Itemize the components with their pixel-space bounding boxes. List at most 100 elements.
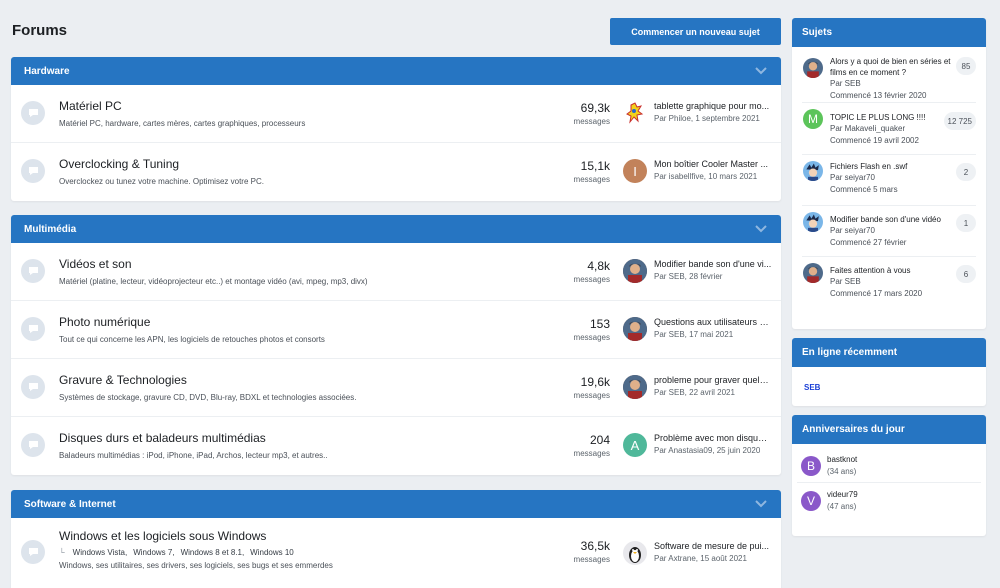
forum-title[interactable]: Vidéos et son [59,257,132,271]
category-header[interactable]: Hardware [11,57,781,85]
forum-description: Baladeurs multimédias : iPod, iPhone, iP… [59,451,328,460]
topic-title[interactable]: Modifier bande son d'une vidéo [830,214,954,225]
topic-item[interactable]: Faites attention à vous Par SEB Commencé… [802,257,976,308]
category-multimedia: Multimédia Vidéos et son Matériel (plati… [11,215,781,475]
subforum-link[interactable]: Windows 7, [133,548,174,557]
topic-item[interactable]: Modifier bande son d'une vidéo Par seiya… [802,206,976,257]
chat-bubble-icon [21,433,45,457]
anime-avatar[interactable] [803,161,823,181]
photo-avatar[interactable] [623,317,647,341]
topic-author: Par Makaveli_quaker [830,124,906,133]
penguin-avatar[interactable] [623,541,647,565]
letter-avatar[interactable]: V [801,491,821,511]
forum-row[interactable]: Vidéos et son Matériel (platine, lecteur… [11,243,781,301]
chevron-down-icon[interactable] [754,222,768,236]
sidebar-birthdays: Anniversaires du jour B bastknot (34 ans… [792,415,986,536]
forum-title[interactable]: Windows et les logiciels sous Windows [59,529,266,543]
last-post-title[interactable]: Problème avec mon disque ... [654,433,772,443]
subforum-link[interactable]: Windows 10 [250,548,294,557]
category-header[interactable]: Software & Internet [11,490,781,518]
topic-started: Commencé 27 février [830,238,907,247]
sidebar-header: Anniversaires du jour [792,415,986,444]
forum-stats: 4,8k messages [551,259,610,284]
forum-row[interactable]: Photo numérique Tout ce qui concerne les… [11,301,781,359]
topic-started: Commencé 13 février 2020 [830,91,927,100]
topic-title[interactable]: TOPIC LE PLUS LONG !!!! [830,112,954,123]
last-post-title[interactable]: Modifier bande son d'une vi... [654,259,772,269]
forum-title[interactable]: Matériel PC [59,99,122,113]
birthday-name[interactable]: videur79 [827,490,858,499]
topic-author: Par SEB [830,79,861,88]
last-post-title[interactable]: probleme pour graver quelq... [654,375,772,385]
last-post-title[interactable]: Mon boîtier Cooler Master ... [654,159,772,169]
topic-title[interactable]: Fichiers Flash en .swf [830,161,954,172]
page-title: Forums [12,22,68,39]
subforum-list: └ Windows Vista, Windows 7, Windows 8 et… [59,548,294,557]
forum-title[interactable]: Disques durs et baladeurs multimédias [59,431,266,445]
category-title[interactable]: Hardware [24,66,70,77]
new-topic-button[interactable]: Commencer un nouveau sujet [610,18,781,45]
photo-avatar[interactable] [623,375,647,399]
reply-count-badge: 2 [956,163,976,181]
category-title[interactable]: Software & Internet [24,499,116,510]
letter-avatar[interactable]: M [803,109,823,129]
topic-author: Par SEB [830,277,861,286]
topic-title[interactable]: Alors y a quoi de bien en séries et film… [830,56,954,78]
topic-item[interactable]: M TOPIC LE PLUS LONG !!!! Par Makaveli_q… [802,103,976,155]
chat-bubble-icon [21,101,45,125]
topic-started: Commencé 19 avril 2002 [830,136,919,145]
letter-avatar[interactable]: B [801,456,821,476]
letter-avatar[interactable]: A [623,433,647,457]
forum-title[interactable]: Gravure & Technologies [59,373,187,387]
last-post-meta: Par Anastasia09, 25 juin 2020 [654,446,761,455]
category-title[interactable]: Multimédia [24,224,76,235]
category-header[interactable]: Multimédia [11,215,781,243]
reply-count-badge: 12 725 [943,112,976,130]
last-post-title[interactable]: Questions aux utilisateurs d... [654,317,772,327]
subforum-link[interactable]: Windows Vista, [73,548,128,557]
photo-avatar[interactable] [803,58,823,78]
forum-row[interactable]: Overclocking & Tuning Overclockez ou tun… [11,143,781,201]
sidebar-header: En ligne récemment [792,338,986,367]
reply-count-badge: 1 [956,214,976,232]
last-post-title[interactable]: Software de mesure de pui... [654,541,772,551]
birthday-name[interactable]: bastknot [827,455,857,464]
sidebar-online: En ligne récemment SEB [792,338,986,406]
reply-count-badge: 85 [956,57,976,75]
sidebar-header: Sujets [792,18,986,47]
topic-item[interactable]: Fichiers Flash en .swf Par seiyar70 Comm… [802,155,976,206]
forum-row[interactable]: Windows et les logiciels sous Windows └ … [11,518,781,588]
forum-row[interactable]: Disques durs et baladeurs multimédias Ba… [11,417,781,475]
birthday-age: (47 ans) [827,502,857,511]
forum-stats: 204 messages [551,433,610,458]
forum-row[interactable]: Gravure & Technologies Systèmes de stock… [11,359,781,417]
message-count-label: messages [573,555,610,564]
message-count-label: messages [573,449,610,458]
cartoon-avatar[interactable] [623,101,647,125]
forum-row[interactable]: Matériel PC Matériel PC, hardware, carte… [11,85,781,143]
chevron-down-icon[interactable] [754,64,768,78]
birthday-item[interactable]: B bastknot (34 ans) [797,448,981,483]
last-post-meta: Par SEB, 22 avril 2021 [654,388,735,397]
message-count: 69,3k [580,101,610,115]
subforum-link[interactable]: Windows 8 et 8.1, [181,548,245,557]
forum-title[interactable]: Photo numérique [59,315,150,329]
message-count: 19,6k [580,375,610,389]
photo-avatar[interactable] [623,259,647,283]
last-post-meta: Par Philoe, 1 septembre 2021 [654,114,760,123]
topic-item[interactable]: Alors y a quoi de bien en séries et film… [802,52,976,103]
forum-stats: 153 messages [551,317,610,342]
chat-bubble-icon [21,540,45,564]
online-user-link[interactable]: SEB [804,383,820,392]
topic-title[interactable]: Faites attention à vous [830,265,954,276]
photo-avatar[interactable] [803,263,823,283]
forum-title[interactable]: Overclocking & Tuning [59,157,179,171]
letter-avatar[interactable]: I [623,159,647,183]
chat-bubble-icon [21,159,45,183]
last-post-title[interactable]: tablette graphique pour mo... [654,101,772,111]
last-post-meta: Par isabellfive, 10 mars 2021 [654,172,758,181]
anime-avatar[interactable] [803,212,823,232]
chevron-down-icon[interactable] [754,497,768,511]
birthday-item[interactable]: V videur79 (47 ans) [797,483,981,518]
message-count: 36,5k [580,539,610,553]
